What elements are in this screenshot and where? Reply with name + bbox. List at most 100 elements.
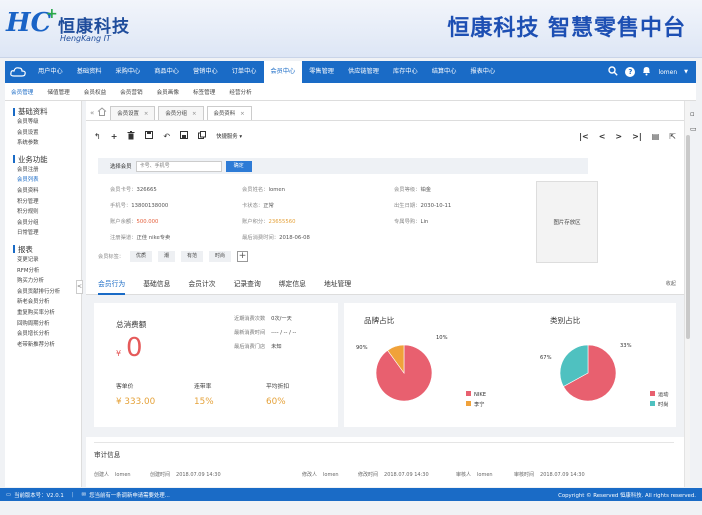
- help-icon[interactable]: ?: [625, 67, 636, 77]
- scrollbar-thumb[interactable]: [686, 135, 690, 339]
- close-icon[interactable]: ×: [144, 107, 149, 120]
- vertical-scrollbar[interactable]: [684, 101, 690, 487]
- mail-icon[interactable]: ✉: [82, 492, 87, 498]
- sub-nav: 会员管理 储值管理 会员权益 会员营销 会员画像 标签管理 经营分析: [5, 83, 696, 101]
- close-icon[interactable]: ×: [240, 107, 245, 120]
- subnav-item[interactable]: 储值管理: [47, 88, 69, 96]
- sidebar-item[interactable]: 会员贡献排行分析: [17, 287, 81, 298]
- sidebar-item[interactable]: RFM分析: [17, 266, 81, 277]
- nav-item[interactable]: 报表中心: [463, 61, 502, 83]
- duplicate-icon[interactable]: [198, 131, 207, 141]
- folder-icon[interactable]: ▭: [690, 125, 700, 133]
- audit-value: 2018.07.09 14:30: [540, 472, 585, 478]
- last-record-icon[interactable]: >|: [632, 132, 642, 141]
- subnav-item[interactable]: 会员营销: [120, 88, 142, 96]
- page-tab[interactable]: 会员设置 ×: [110, 106, 156, 120]
- member-search-bar: 选择会员 确定: [98, 158, 588, 174]
- legend-swatch: [650, 401, 655, 406]
- member-tag[interactable]: 潮: [157, 251, 175, 262]
- member-field: 手机号：13800138000: [110, 201, 168, 209]
- nav-item[interactable]: 用户中心: [31, 61, 70, 83]
- nav-item[interactable]: 零售管理: [302, 61, 341, 83]
- sidebar-item[interactable]: 新老会员分析: [17, 297, 81, 308]
- sidebar-item[interactable]: 会员设置: [17, 128, 81, 139]
- nav-item[interactable]: 库存中心: [386, 61, 425, 83]
- detail-tab[interactable]: 基础信息: [143, 273, 170, 295]
- stat-label: 平均折扣: [266, 384, 290, 390]
- notice-text[interactable]: 您当前有一条调新申请需要处理...: [89, 491, 170, 499]
- cloud-home-icon[interactable]: [5, 61, 31, 83]
- home-tab-icon[interactable]: [97, 107, 107, 118]
- subnav-item[interactable]: 会员管理: [11, 88, 33, 96]
- member-tag[interactable]: 时尚: [209, 251, 232, 262]
- sidebar-item[interactable]: 重复购买率分析: [17, 308, 81, 319]
- sidebar-item[interactable]: 日常管理: [17, 228, 81, 239]
- audit-title: 审计信息: [94, 451, 121, 459]
- prev-record-icon[interactable]: <: [599, 132, 606, 141]
- sidebar-item[interactable]: 会员资料: [17, 186, 81, 197]
- nav-item[interactable]: 商品中心: [147, 61, 186, 83]
- sidebar-item[interactable]: 老带新推荐分析: [17, 340, 81, 351]
- nav-item[interactable]: 基础资料: [70, 61, 109, 83]
- nav-item[interactable]: 订单中心: [225, 61, 264, 83]
- sidebar-item[interactable]: 购买力分析: [17, 276, 81, 287]
- photo-area[interactable]: 图片存放区: [536, 181, 598, 263]
- add-tag-button[interactable]: +: [237, 251, 249, 262]
- close-icon[interactable]: ×: [192, 107, 197, 120]
- nav-item[interactable]: 供应链管理: [341, 61, 386, 83]
- undo-icon[interactable]: ↶: [163, 132, 170, 141]
- sidebar-collapse-button[interactable]: <: [76, 280, 83, 294]
- collapse-link[interactable]: 收起: [666, 273, 676, 295]
- save-icon[interactable]: [145, 131, 154, 141]
- user-name[interactable]: lomen: [658, 69, 677, 76]
- sidebar-item[interactable]: 积分管理: [17, 197, 81, 208]
- print-icon[interactable]: ▤: [652, 132, 660, 141]
- chevron-down-icon[interactable]: ▼: [684, 69, 688, 75]
- sidebar-item[interactable]: 积分规则: [17, 207, 81, 218]
- member-search-input[interactable]: [135, 160, 222, 172]
- next-record-icon[interactable]: >: [615, 132, 622, 141]
- page-tab[interactable]: 会员分组 ×: [158, 106, 204, 120]
- search-icon[interactable]: [608, 66, 619, 78]
- page-tab[interactable]: 会员资料 ×: [206, 106, 252, 120]
- sidebar-item[interactable]: 系统参数: [17, 138, 81, 149]
- confirm-button[interactable]: 确定: [225, 160, 252, 172]
- detail-tab[interactable]: 地址管理: [324, 273, 351, 295]
- detail-tab[interactable]: 记录查询: [234, 273, 261, 295]
- member-tag[interactable]: 有范: [180, 251, 203, 262]
- field-label: 会员姓名：: [242, 187, 269, 193]
- copy-save-icon[interactable]: [180, 131, 189, 141]
- sidebar-item[interactable]: 会员增长分析: [17, 329, 81, 340]
- sidebar-item[interactable]: 会员分组: [17, 218, 81, 229]
- lock-icon[interactable]: ▫: [690, 110, 700, 118]
- detail-tab[interactable]: 绑定信息: [279, 273, 306, 295]
- bell-icon[interactable]: [642, 66, 651, 78]
- field-value: 正常: [263, 203, 274, 209]
- quick-service-menu[interactable]: 快捷服务 ▾: [216, 132, 242, 140]
- detail-tab[interactable]: 会员计次: [188, 273, 215, 295]
- field-value: 23655560: [268, 219, 296, 225]
- back-icon[interactable]: ↰: [94, 132, 101, 141]
- add-icon[interactable]: +: [111, 132, 118, 141]
- detail-tab[interactable]: 会员行为: [98, 273, 126, 295]
- nav-item[interactable]: 采购中心: [109, 61, 148, 83]
- sidebar-item[interactable]: 回购周期分析: [17, 319, 81, 330]
- subnav-item[interactable]: 会员权益: [84, 88, 106, 96]
- subnav-item[interactable]: 标签管理: [193, 88, 215, 96]
- first-record-icon[interactable]: |<: [579, 132, 589, 141]
- member-tag[interactable]: 优质: [129, 251, 152, 262]
- delete-icon[interactable]: [127, 130, 135, 142]
- export-icon[interactable]: ⇱: [669, 132, 676, 141]
- nav-item[interactable]: 结算中心: [425, 61, 464, 83]
- legend-label: 时尚: [658, 400, 668, 408]
- sidebar-item[interactable]: 会员等级: [17, 117, 81, 128]
- subnav-item[interactable]: 经营分析: [229, 88, 251, 96]
- sidebar-item[interactable]: 变更记录: [17, 255, 81, 266]
- sidebar-item[interactable]: 会员注册: [17, 165, 81, 176]
- sidebar-item[interactable]: 会员列表: [17, 175, 81, 186]
- nav-item[interactable]: 营销中心: [186, 61, 225, 83]
- pie-title: 类别占比: [550, 315, 581, 325]
- tab-scroll-left-icon[interactable]: «: [90, 109, 94, 117]
- subnav-item[interactable]: 会员画像: [157, 88, 179, 96]
- nav-item[interactable]: 会员中心: [263, 61, 303, 83]
